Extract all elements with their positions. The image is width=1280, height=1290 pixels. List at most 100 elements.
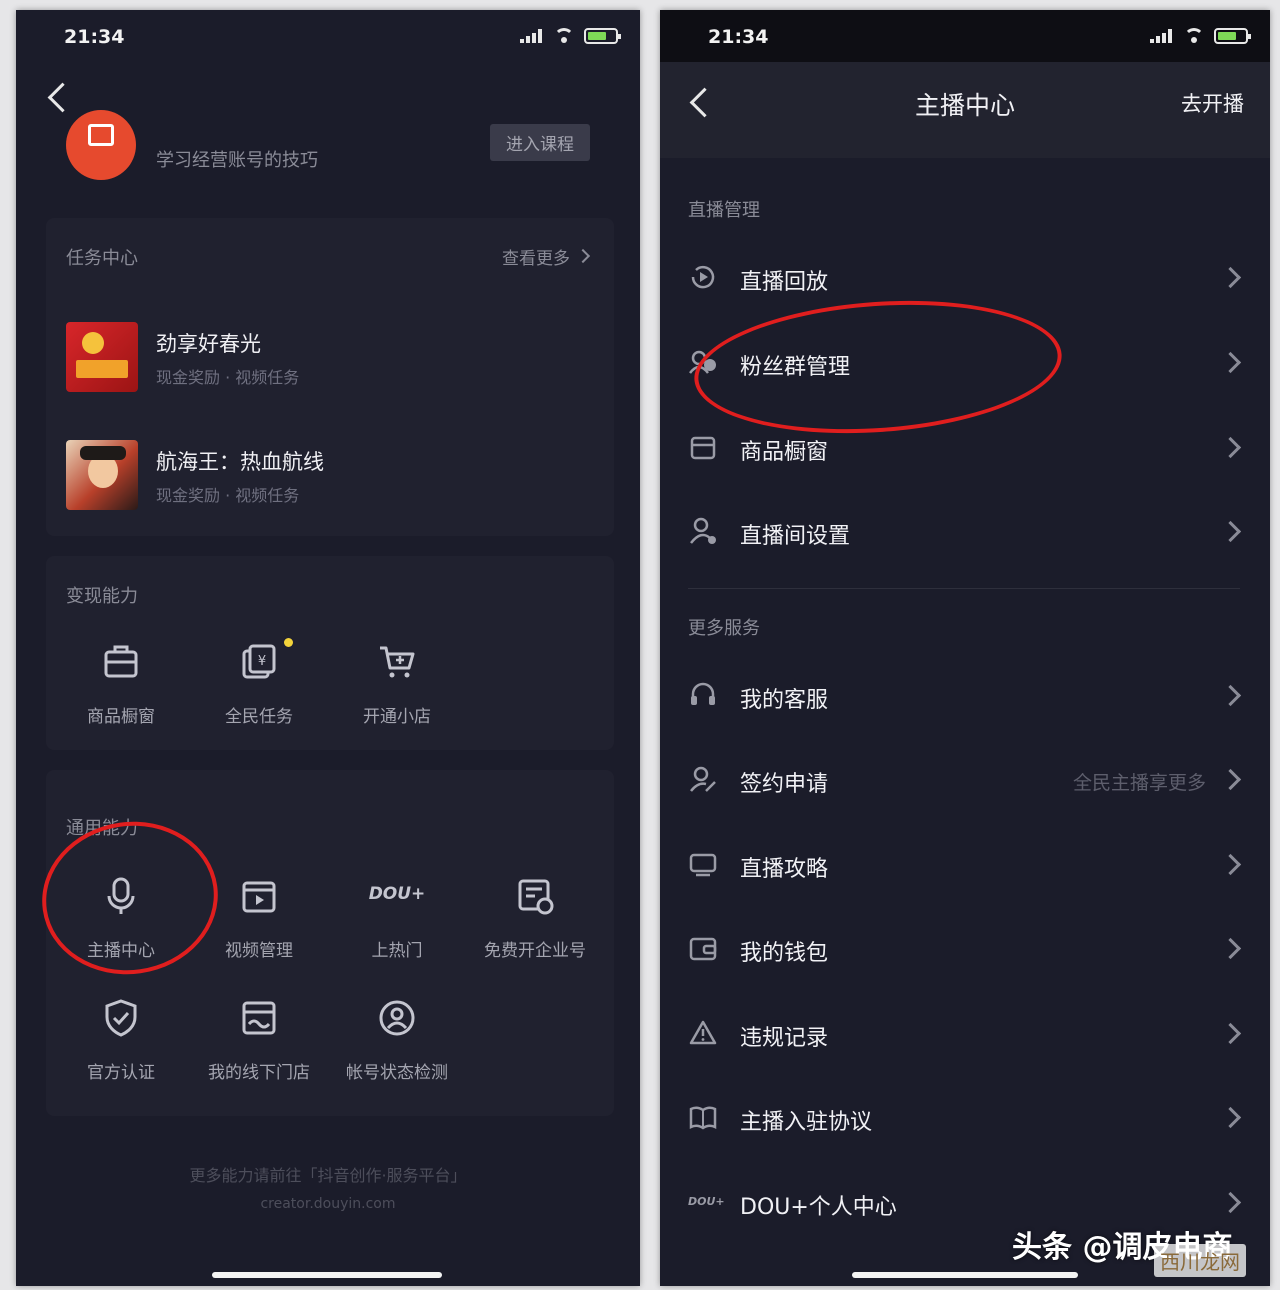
menu-item-sign-apply[interactable]: 签约申请 全民主播享更多 bbox=[688, 752, 1246, 812]
task-item[interactable]: 航海王：热血航线 现金奖励 · 视频任务 bbox=[66, 440, 594, 520]
grid-item-open-shop[interactable]: 开通小店 bbox=[328, 642, 466, 742]
grid-label: 帐号状态检测 bbox=[346, 1063, 448, 1083]
left-phone-screen: 21:34 学习经营账号的技巧 进入课程 任务中心 查看更多 劲享好春光 现金奖… bbox=[16, 10, 640, 1286]
menu-item-violations[interactable]: 违规记录 bbox=[688, 1006, 1246, 1066]
status-bar: 21:34 bbox=[660, 10, 1270, 62]
grid-item-tasks[interactable]: ¥ 全民任务 bbox=[190, 638, 328, 742]
go-live-button[interactable]: 去开播 bbox=[1181, 88, 1244, 118]
status-time: 21:34 bbox=[64, 26, 125, 48]
monetize-card: 变现能力 商品橱窗 ¥ 全民任务 开通小店 bbox=[46, 556, 614, 750]
shield-check-icon bbox=[105, 999, 137, 1037]
menu-item-customer-service[interactable]: 我的客服 bbox=[688, 668, 1246, 728]
more-section-title: 更多服务 bbox=[688, 618, 760, 639]
notification-dot bbox=[284, 638, 293, 647]
signal-icon bbox=[520, 29, 544, 43]
footer-link[interactable]: creator.douyin.com bbox=[16, 1196, 640, 1212]
menu-item-live-guide[interactable]: 直播攻略 bbox=[688, 837, 1246, 897]
task-thumbnail bbox=[66, 322, 138, 392]
enterprise-icon bbox=[518, 879, 554, 915]
footer-line1: 更多能力请前往「抖音创作·服务平台」 bbox=[189, 1166, 467, 1185]
home-indicator bbox=[212, 1272, 442, 1278]
shop-window-icon bbox=[104, 645, 138, 678]
chevron-right-icon bbox=[1219, 684, 1242, 707]
grid-label: 开通小店 bbox=[363, 707, 431, 727]
cart-icon bbox=[380, 646, 415, 678]
menu-label: 签约申请 bbox=[740, 772, 829, 797]
chevron-right-icon bbox=[1219, 266, 1242, 289]
grid-item-dou-plus[interactable]: DOU+ 上热门 bbox=[328, 876, 466, 976]
battery-icon bbox=[1214, 28, 1251, 44]
back-button[interactable] bbox=[47, 82, 78, 113]
menu-label: 直播回放 bbox=[740, 270, 829, 295]
menu-label: 商品橱窗 bbox=[740, 440, 829, 465]
task-title: 劲享好春光 bbox=[156, 332, 261, 356]
grid-label: 免费开企业号 bbox=[484, 941, 586, 961]
menu-label: 直播攻略 bbox=[740, 857, 829, 882]
section-divider bbox=[688, 588, 1240, 589]
home-indicator bbox=[852, 1272, 1078, 1278]
signal-icon bbox=[1150, 29, 1174, 43]
grid-item-offline-store[interactable]: 我的线下门店 bbox=[190, 998, 328, 1098]
chevron-right-icon bbox=[1219, 1022, 1242, 1045]
grid-label: 上热门 bbox=[371, 941, 423, 961]
headset-icon bbox=[691, 682, 715, 705]
grid-item-shop-window[interactable]: 商品橱窗 bbox=[52, 642, 190, 742]
course-icon bbox=[66, 110, 136, 180]
chevron-right-icon bbox=[1219, 351, 1242, 374]
grid-item-official-verify[interactable]: 官方认证 bbox=[52, 998, 190, 1098]
enter-course-button[interactable]: 进入课程 bbox=[490, 124, 590, 161]
menu-item-replay[interactable]: 直播回放 bbox=[688, 250, 1246, 310]
course-subtitle: 学习经营账号的技巧 bbox=[156, 150, 318, 171]
wallet-icon bbox=[689, 937, 717, 961]
right-phone-screen: 21:34 主播中心 去开播 直播管理 直播回放 粉丝群管理 商品橱窗 直播间设… bbox=[660, 10, 1270, 1286]
menu-item-shop-window[interactable]: 商品橱窗 bbox=[688, 420, 1246, 480]
grid-item-account-check[interactable]: 帐号状态检测 bbox=[328, 998, 466, 1098]
dou-plus-icon: DOU+ bbox=[368, 884, 426, 904]
view-more-link[interactable]: 查看更多 bbox=[502, 244, 570, 269]
chevron-right-icon bbox=[1219, 520, 1242, 543]
task-item[interactable]: 劲享好春光 现金奖励 · 视频任务 bbox=[66, 322, 594, 402]
guide-icon bbox=[689, 853, 717, 877]
task-meta: 现金奖励 · 视频任务 bbox=[156, 368, 300, 387]
dou-plus-icon: DOU+ bbox=[688, 1195, 725, 1208]
status-bar: 21:34 bbox=[16, 10, 640, 62]
menu-item-agreement[interactable]: 主播入驻协议 bbox=[688, 1090, 1246, 1150]
grid-label: 视频管理 bbox=[225, 941, 293, 961]
watermark-site: 西川龙网 bbox=[1154, 1244, 1246, 1277]
task-title: 航海王：热血航线 bbox=[156, 450, 324, 474]
sign-icon bbox=[690, 766, 716, 792]
menu-label: 我的客服 bbox=[740, 688, 829, 713]
menu-item-wallet[interactable]: 我的钱包 bbox=[688, 921, 1246, 981]
chevron-right-icon bbox=[1219, 937, 1242, 960]
chevron-right-icon bbox=[1219, 1106, 1242, 1129]
footer-note: 更多能力请前往「抖音创作·服务平台」 creator.douyin.com bbox=[16, 1162, 640, 1212]
account-check-icon bbox=[379, 1000, 415, 1036]
nav-bar: 主播中心 去开播 bbox=[660, 62, 1270, 158]
sign-apply-hint: 全民主播享更多 bbox=[1072, 772, 1206, 794]
grid-label: 商品橱窗 bbox=[87, 707, 155, 727]
status-time: 21:34 bbox=[708, 26, 769, 48]
chevron-right-icon bbox=[1219, 1191, 1242, 1214]
chevron-right-icon bbox=[1219, 768, 1242, 791]
menu-item-room-settings[interactable]: 直播间设置 bbox=[688, 504, 1246, 564]
grid-label: 全民任务 bbox=[225, 707, 293, 727]
menu-label: 直播间设置 bbox=[740, 524, 851, 549]
monetize-title: 变现能力 bbox=[66, 586, 138, 607]
grid-item-enterprise[interactable]: 免费开企业号 bbox=[466, 876, 604, 976]
wifi-icon bbox=[1182, 28, 1206, 44]
grid-label: 官方认证 bbox=[87, 1063, 155, 1083]
task-center-card: 任务中心 查看更多 劲享好春光 现金奖励 · 视频任务 航海王：热血航线 现金奖… bbox=[46, 218, 614, 536]
menu-label: DOU+个人中心 bbox=[740, 1195, 897, 1220]
menu-label: 违规记录 bbox=[740, 1026, 829, 1051]
chevron-right-icon bbox=[1219, 853, 1242, 876]
task-thumbnail bbox=[66, 440, 138, 510]
page-title: 主播中心 bbox=[914, 91, 1015, 120]
book-icon bbox=[689, 1106, 717, 1130]
replay-icon bbox=[691, 265, 715, 289]
grid-label: 我的线下门店 bbox=[208, 1063, 310, 1083]
store-icon bbox=[242, 1001, 276, 1035]
menu-label: 主播入驻协议 bbox=[740, 1110, 873, 1135]
video-manage-icon bbox=[242, 881, 276, 913]
warning-icon bbox=[689, 1020, 717, 1045]
task-meta: 现金奖励 · 视频任务 bbox=[156, 486, 300, 505]
